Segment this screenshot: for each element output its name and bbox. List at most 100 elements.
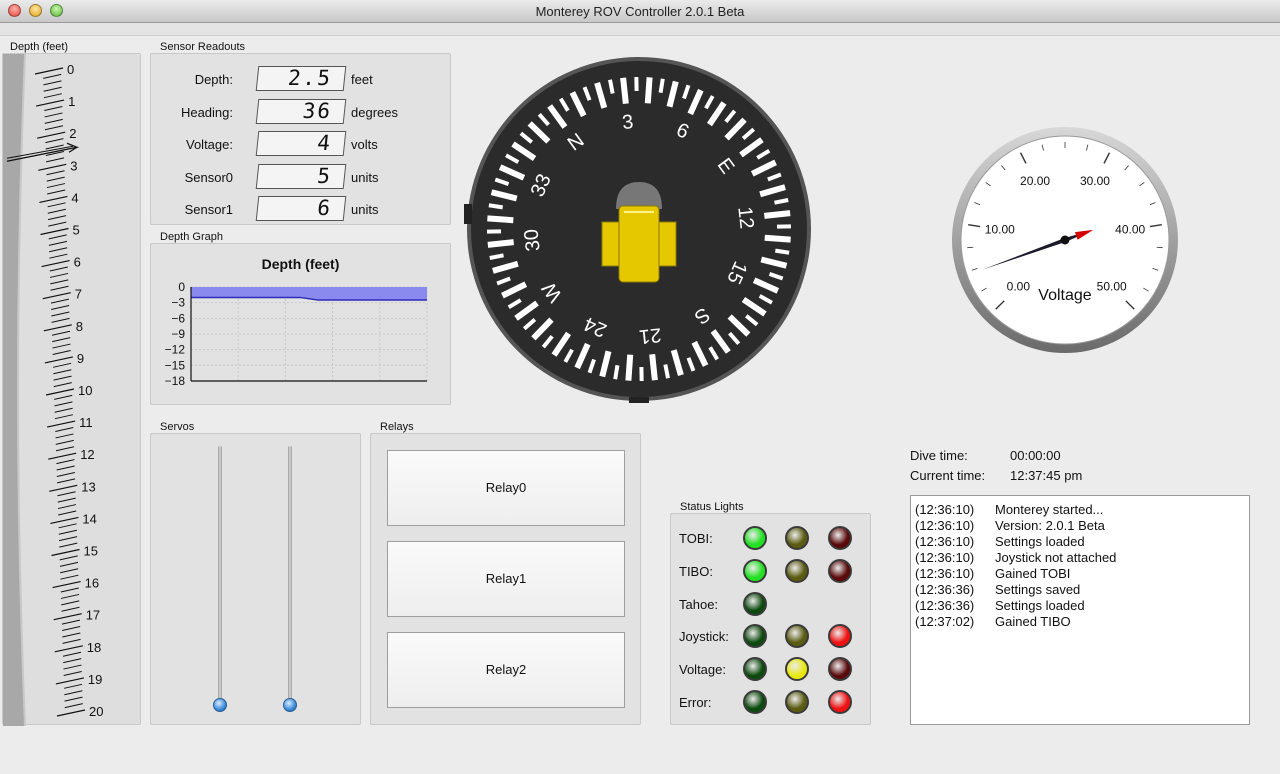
readout-name: Voltage: bbox=[186, 137, 233, 152]
log-line: (12:36:10) Monterey started... bbox=[915, 502, 1103, 517]
compass: N3 6E1215S2124W3033 bbox=[464, 57, 811, 403]
dive-time-value: 00:00:00 bbox=[1010, 448, 1061, 463]
depth-minor-tick bbox=[44, 106, 63, 112]
depth-minor-tick bbox=[55, 433, 74, 439]
window-title: Monterey ROV Controller 2.0.1 Beta bbox=[535, 4, 745, 19]
status-light-label: TIBO: bbox=[679, 564, 713, 579]
readout-row: Voltage: 4 volts bbox=[151, 131, 451, 157]
voltage-gauge: 0.00 10.00 20.00 30.00 40.00 50.00 Voltage bbox=[952, 127, 1178, 353]
status-light-indicator bbox=[785, 526, 809, 550]
depth-minor-tick bbox=[56, 478, 76, 484]
status-light-indicator bbox=[785, 559, 809, 583]
log-message: Gained TIBO bbox=[995, 614, 1071, 629]
depth-tick-label: 7 bbox=[75, 287, 82, 302]
depth-minor-tick bbox=[47, 215, 67, 221]
status-light-indicator bbox=[785, 690, 809, 714]
depth-minor-tick bbox=[51, 305, 70, 311]
depth-minor-tick bbox=[61, 600, 80, 606]
depth-minor-tick bbox=[56, 471, 75, 477]
compass-label: 3 bbox=[621, 111, 634, 134]
depth-minor-tick bbox=[44, 118, 63, 124]
log-time: (12:36:10) bbox=[915, 518, 975, 533]
depth-major-tick bbox=[52, 581, 81, 589]
readout-row: Sensor0 5 units bbox=[151, 164, 451, 190]
depth-tick-label: 14 bbox=[82, 511, 96, 526]
depth-minor-tick bbox=[45, 138, 64, 144]
depth-graph-panel: Depth (feet) 0 −3 −6 −9 −12 −15 −18 bbox=[150, 243, 451, 405]
readout-unit: units bbox=[351, 202, 379, 217]
log-time: (12:36:10) bbox=[915, 502, 975, 517]
readout-lcd-value: 2.5 bbox=[255, 66, 347, 91]
depth-major-tick bbox=[35, 99, 65, 107]
depth-minor-tick bbox=[53, 369, 72, 375]
depth-minor-tick bbox=[43, 86, 62, 92]
readout-row: Heading: 36 degrees bbox=[151, 99, 451, 125]
depth-minor-tick bbox=[43, 73, 62, 79]
servo1-track[interactable] bbox=[288, 446, 292, 712]
graph-y-tick-label: −15 bbox=[165, 358, 186, 372]
voltage-tick-label: 0.00 bbox=[1007, 280, 1031, 294]
depth-tick-label: 0 bbox=[67, 62, 74, 77]
depth-minor-tick bbox=[47, 189, 66, 195]
depth-minor-tick bbox=[59, 561, 79, 567]
depth-minor-tick bbox=[50, 285, 69, 291]
log-line: (12:36:36) Settings saved bbox=[915, 582, 1080, 597]
relay2-button[interactable]: Relay2 bbox=[387, 632, 625, 708]
depth-tick-label: 5 bbox=[73, 223, 80, 238]
log-line: (12:36:10) Gained TOBI bbox=[915, 566, 1070, 581]
depth-minor-tick bbox=[43, 80, 62, 86]
voltage-needle-hub bbox=[1060, 235, 1070, 245]
depth-tick-label: 10 bbox=[78, 383, 92, 398]
depth-gauge: 01234567891011121314151617181920 bbox=[3, 54, 103, 726]
log-time: (12:36:10) bbox=[915, 566, 975, 581]
status-lights-panel: TOBI: TIBO: Tahoe: Joystick: Voltage: Error: bbox=[670, 513, 871, 725]
relay0-button[interactable]: Relay0 bbox=[387, 450, 625, 526]
status-light-label: Tahoe: bbox=[679, 597, 719, 612]
event-log[interactable]: (12:36:10) Monterey started... (12:36:10) V… bbox=[910, 495, 1250, 725]
depth-minor-tick bbox=[50, 298, 70, 304]
depth-minor-tick bbox=[46, 183, 66, 189]
depth-minor-tick bbox=[57, 504, 77, 510]
log-message: Settings loaded bbox=[995, 534, 1085, 549]
status-light-indicator bbox=[743, 657, 767, 681]
servo1-slider-knob[interactable] bbox=[283, 698, 297, 712]
status-light-label: TOBI: bbox=[679, 531, 713, 546]
toolbar-strip bbox=[0, 23, 1280, 36]
depth-major-tick bbox=[46, 420, 76, 428]
depth-minor-tick bbox=[64, 696, 83, 702]
depth-minor-tick bbox=[61, 619, 81, 625]
depth-tick-label: 3 bbox=[70, 158, 77, 173]
status-light-indicator bbox=[828, 657, 852, 681]
log-message: Settings loaded bbox=[995, 598, 1085, 613]
depth-minor-tick bbox=[52, 343, 71, 349]
graph-y-tick-label: −6 bbox=[171, 311, 185, 325]
depth-minor-tick bbox=[44, 112, 63, 118]
compass-lug bbox=[464, 204, 472, 224]
depth-major-tick bbox=[56, 709, 86, 717]
depth-minor-tick bbox=[52, 349, 71, 355]
status-light-indicator bbox=[743, 690, 767, 714]
current-time-label: Current time: bbox=[910, 468, 986, 483]
depth-minor-tick bbox=[56, 465, 75, 471]
readout-lcd-value: 5 bbox=[255, 164, 347, 189]
relays-panel: Relay0 Relay1 Relay2 bbox=[370, 433, 641, 725]
servo0-slider-knob[interactable] bbox=[213, 698, 227, 712]
depth-major-tick bbox=[42, 292, 71, 300]
depth-minor-tick bbox=[54, 401, 73, 407]
depth-minor-tick bbox=[60, 587, 79, 593]
depth-tick-label: 15 bbox=[84, 544, 98, 559]
servos-label: Servos bbox=[160, 421, 195, 433]
log-message: Joystick not attached bbox=[995, 550, 1117, 565]
relay1-button[interactable]: Relay1 bbox=[387, 541, 625, 617]
depth-minor-tick bbox=[53, 382, 72, 388]
status-light-indicator bbox=[828, 624, 852, 648]
status-light-indicator bbox=[785, 624, 809, 648]
dive-time-label: Dive time: bbox=[910, 448, 968, 463]
depth-minor-tick bbox=[64, 703, 83, 709]
graph-y-tick-label: −3 bbox=[171, 296, 185, 310]
window-titlebar[interactable]: Monterey ROV Controller 2.0.1 Beta bbox=[0, 0, 1280, 23]
depth-minor-tick bbox=[47, 208, 66, 214]
servo0-track[interactable] bbox=[218, 446, 222, 712]
relays-label: Relays bbox=[380, 421, 414, 433]
status-light-indicator bbox=[828, 559, 852, 583]
